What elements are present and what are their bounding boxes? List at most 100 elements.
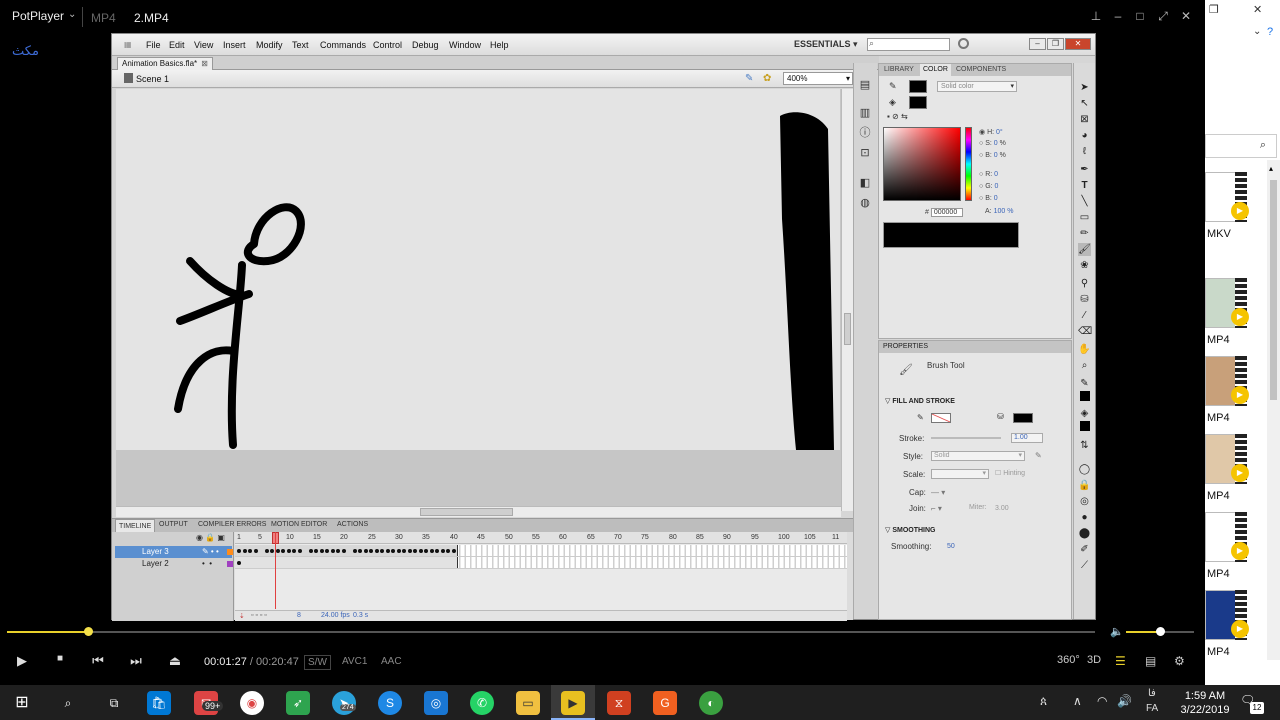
frame-row-layer-3[interactable]: [235, 545, 847, 557]
help-icon[interactable]: ?: [1267, 26, 1273, 38]
keyframe[interactable]: [270, 549, 274, 553]
maximize-button[interactable]: □: [1132, 9, 1148, 23]
keyframe[interactable]: [385, 549, 390, 553]
tab-components[interactable]: COMPONENTS: [956, 66, 1006, 73]
expand-icon[interactable]: ⌄: [1253, 26, 1261, 37]
swatches-panel-icon[interactable]: ◍: [859, 197, 871, 209]
miter-value[interactable]: 3.00: [995, 505, 1009, 512]
scale-select[interactable]: ▾: [931, 469, 989, 479]
store-icon[interactable]: 🛍: [147, 691, 171, 715]
keyframe[interactable]: [369, 549, 373, 553]
globe-app-icon[interactable]: ◐: [699, 691, 723, 715]
swap-colors-icon[interactable]: ▪ ⊘ ⇆: [887, 112, 908, 121]
selection-tool-icon[interactable]: ➤: [1078, 81, 1091, 94]
frame-rate[interactable]: 24.00 fps: [321, 612, 350, 619]
swap-colors-tool-icon[interactable]: ⇅: [1078, 439, 1091, 452]
tray-expand-icon[interactable]: ∧: [1073, 694, 1082, 708]
pressure-icon[interactable]: ✐: [1078, 543, 1091, 556]
layer-dots[interactable]: • •: [202, 558, 212, 570]
menu-modify[interactable]: Modify: [256, 40, 283, 50]
smoothing-section[interactable]: ▽ SMOOTHING: [885, 526, 936, 534]
layer-dots[interactable]: ✎ • •: [202, 546, 219, 558]
zoom-tool-icon[interactable]: ⌕: [1078, 359, 1091, 372]
rectangle-tool-icon[interactable]: ▭: [1078, 211, 1091, 224]
wifi-icon[interactable]: ◠: [1097, 694, 1107, 708]
scene-label[interactable]: Scene 1: [136, 74, 169, 84]
blue-value[interactable]: ○ B: 0: [979, 195, 998, 202]
stroke-input[interactable]: 1.00: [1011, 433, 1043, 443]
speaker-icon[interactable]: 🔊: [1117, 694, 1132, 708]
keyframe[interactable]: [374, 549, 379, 553]
keyframe[interactable]: [242, 549, 247, 553]
tool-fill-color-icon[interactable]: ◈: [1078, 407, 1091, 420]
keyframe[interactable]: [352, 549, 357, 553]
edit-stroke-style-icon[interactable]: ✎: [1035, 451, 1042, 460]
edit-scene-icon[interactable]: ✎: [745, 73, 753, 84]
pen-tool-icon[interactable]: ✒: [1078, 163, 1091, 176]
keyframe[interactable]: [391, 549, 395, 553]
tab-actions[interactable]: ACTIONS: [337, 521, 368, 528]
fullscreen-button[interactable]: ⤢: [1155, 9, 1171, 24]
3d-button[interactable]: 3D: [1087, 654, 1101, 666]
3d-rotation-tool-icon[interactable]: ◕: [1078, 129, 1091, 142]
flash-minimize-button[interactable]: –: [1029, 38, 1046, 50]
brush-size-icon[interactable]: ●: [1078, 511, 1091, 524]
paint-bucket-tool-icon[interactable]: ⛁: [1078, 293, 1091, 306]
explorer-restore-button[interactable]: ❐: [1209, 3, 1219, 16]
search-icon[interactable]: ⌕: [56, 691, 80, 715]
red-value[interactable]: ○ R: 0: [979, 171, 998, 178]
keyframe[interactable]: [237, 549, 241, 553]
brush-mode-icon[interactable]: ◎: [1078, 495, 1091, 508]
library-panel-icon[interactable]: ▥: [859, 107, 871, 119]
eject-button[interactable]: ⏏: [166, 653, 184, 669]
green-value[interactable]: ○ G: 0: [979, 183, 998, 190]
keyframe[interactable]: [248, 549, 252, 553]
tool-stroke-color-icon[interactable]: ✎: [1078, 377, 1091, 390]
keyframe[interactable]: [281, 549, 285, 553]
timeline-frames[interactable]: 1 5 10 15 20 25 30 35 40 45 50 55 60 65 70 75 80 85 90 95 10…: [235, 532, 847, 610]
tab-timeline[interactable]: TIMELINE: [115, 519, 156, 532]
whatsapp-icon[interactable]: ✆: [470, 691, 494, 715]
menu-view[interactable]: View: [194, 40, 213, 50]
pencil-tool-icon[interactable]: ✏: [1078, 227, 1091, 240]
stroke-color-icon[interactable]: ✎: [889, 81, 897, 92]
stage-vertical-scrollbar[interactable]: [841, 89, 853, 511]
menu-commands[interactable]: Commands: [320, 40, 366, 50]
color-panel-icon[interactable]: ◧: [859, 177, 871, 189]
flash-restore-button[interactable]: ❐: [1047, 38, 1064, 50]
keyframe[interactable]: [286, 549, 291, 553]
seek-track[interactable]: [7, 631, 1095, 633]
tool-fill-swatch[interactable]: [1080, 421, 1090, 431]
menu-help[interactable]: Help: [490, 40, 509, 50]
visibility-lock-outline-icons[interactable]: ◉ 🔒 ▣: [196, 533, 225, 542]
brightness-value[interactable]: ○ B: 0 %: [979, 152, 1006, 159]
system-clock[interactable]: 1:59 AM 3/22/2019: [1175, 689, 1235, 717]
eyedropper-tool-icon[interactable]: ⁄: [1078, 309, 1091, 322]
language-indicator[interactable]: FA: [1146, 703, 1158, 714]
explorer-search-input[interactable]: ⌕: [1205, 134, 1277, 158]
keyframe[interactable]: [435, 549, 439, 553]
vscroll-thumb[interactable]: [844, 313, 851, 345]
fill-stroke-section[interactable]: ▽ FILL AND STROKE: [885, 397, 955, 405]
vr-360-button[interactable]: 360°: [1057, 654, 1080, 666]
brand-chevron-down-icon[interactable]: ⌄: [68, 9, 76, 20]
rocket-app-icon[interactable]: ➶: [286, 691, 310, 715]
lasso-tool-icon[interactable]: ℓ: [1078, 145, 1091, 158]
tab-color[interactable]: COLOR: [920, 64, 951, 76]
alpha-value[interactable]: A: 100 %: [985, 208, 1013, 215]
keyframe[interactable]: [413, 549, 417, 553]
color-picker-field[interactable]: [883, 127, 961, 201]
stage-canvas[interactable]: [116, 89, 840, 450]
keyframe[interactable]: [446, 549, 450, 553]
doc-tab-animation-basics[interactable]: Animation Basics.fla* ⊠: [117, 57, 213, 70]
join-select[interactable]: ⌐ ▾: [931, 504, 942, 513]
menu-control[interactable]: Control: [373, 40, 402, 50]
menu-edit[interactable]: Edit: [169, 40, 185, 50]
tab-motion-editor[interactable]: MOTION EDITOR: [271, 521, 327, 528]
keyframe[interactable]: [380, 549, 384, 553]
windows-start-icon[interactable]: ⊞: [10, 691, 34, 715]
free-transform-tool-icon[interactable]: ⊠: [1078, 113, 1091, 126]
layer-row-3[interactable]: Layer 3 ✎ • •: [115, 546, 233, 558]
stage-horizontal-scrollbar[interactable]: [116, 506, 841, 517]
keyframe[interactable]: [308, 549, 313, 553]
